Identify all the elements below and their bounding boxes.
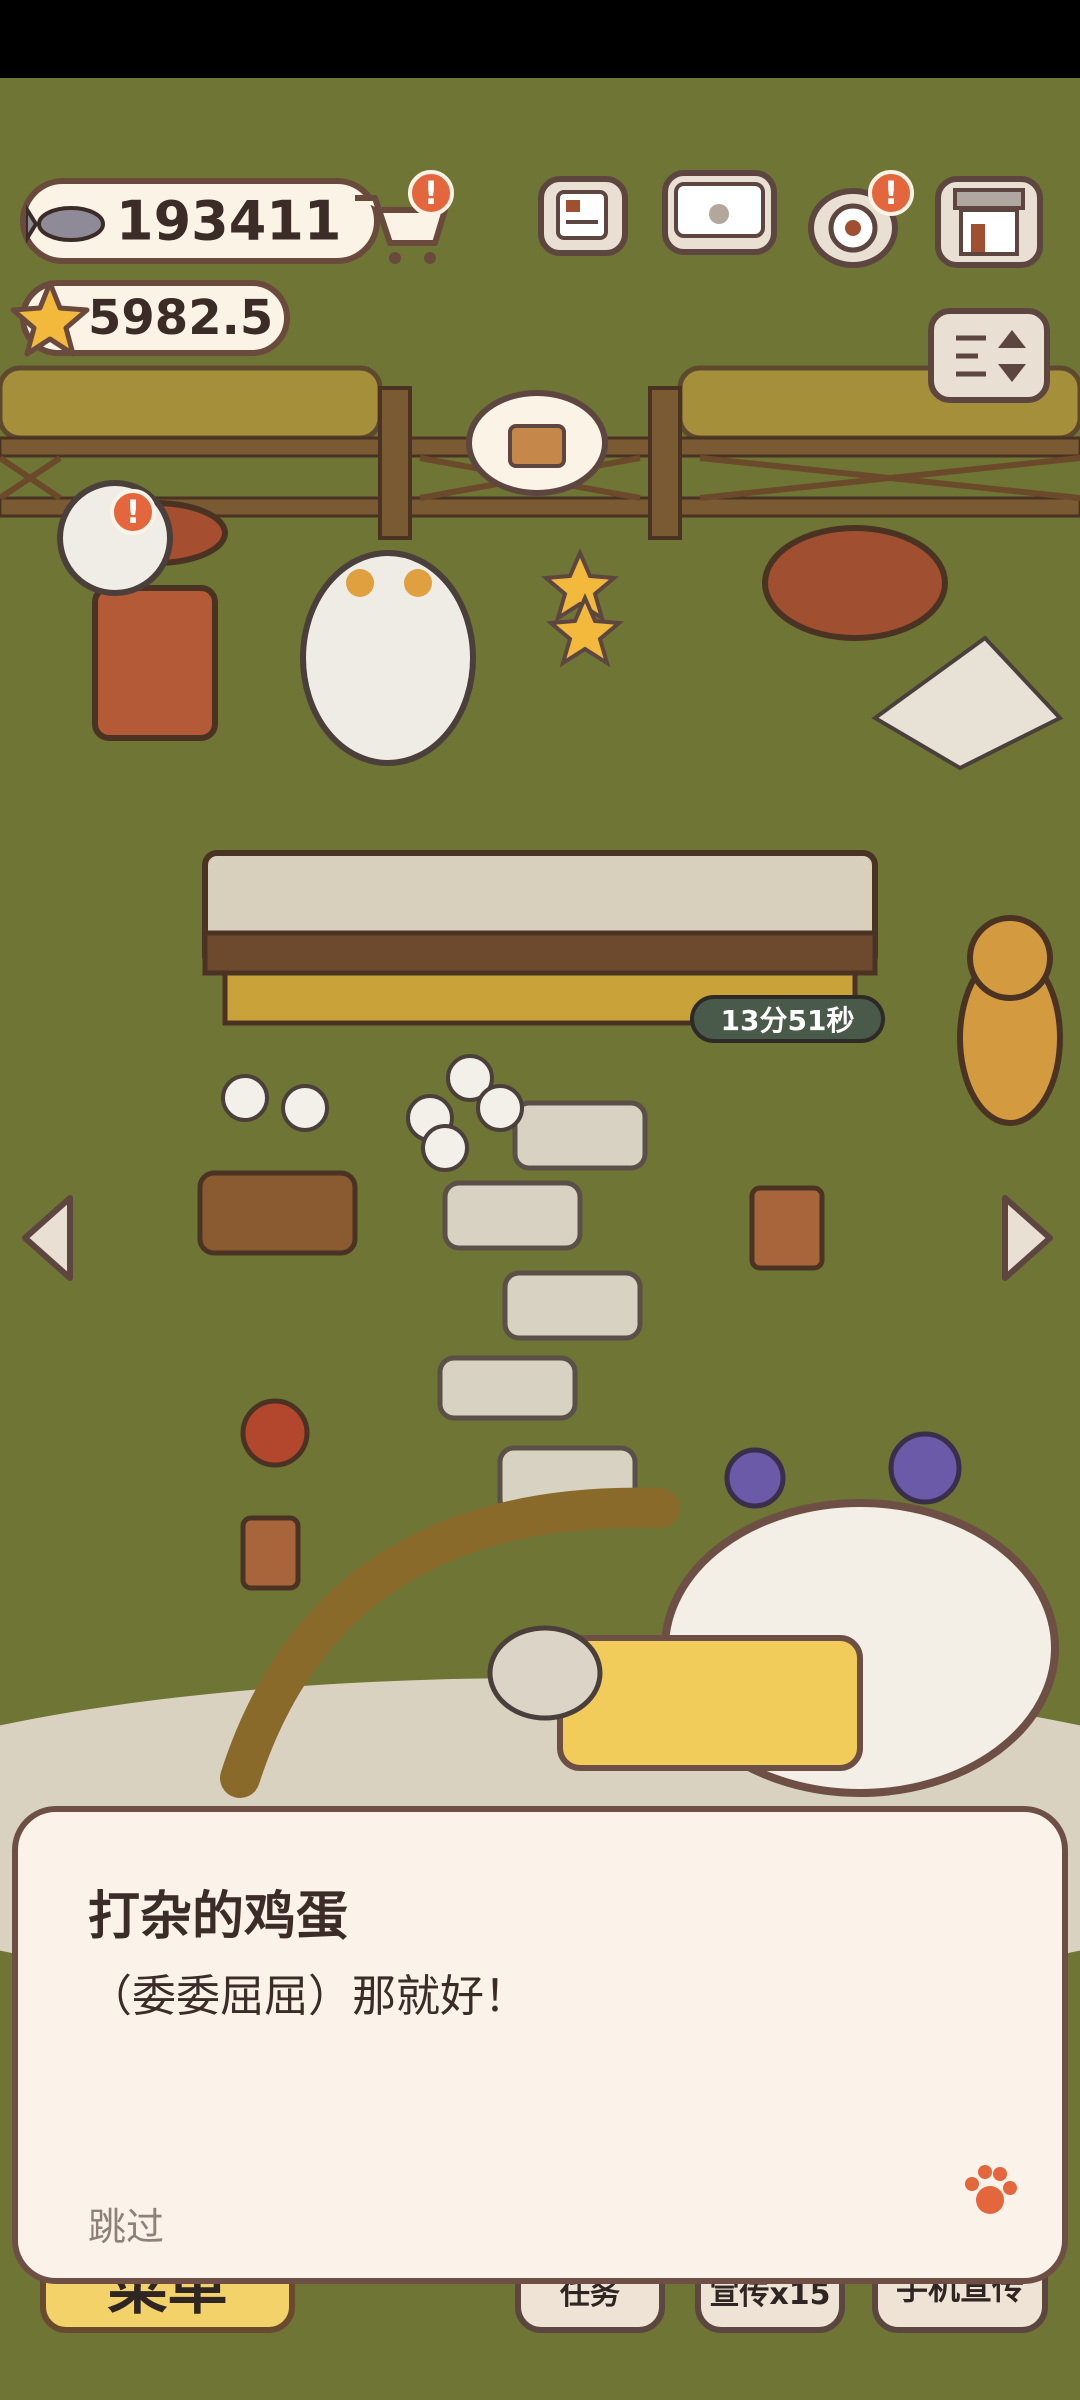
paw-book-icon bbox=[674, 182, 765, 238]
briefcase-icon bbox=[508, 424, 566, 468]
shop-badge: ! bbox=[408, 170, 454, 216]
settings-badge: ! bbox=[868, 170, 914, 216]
paw-icon[interactable] bbox=[960, 2162, 1020, 2222]
star-icon bbox=[10, 280, 90, 357]
store-button[interactable] bbox=[935, 176, 1043, 268]
garden-scene[interactable]: 193411 ! 5982.5 ! ! 13分51秒 菜单 任务 宣传x15 手… bbox=[0, 78, 1080, 2400]
left-arrow-icon[interactable] bbox=[20, 1193, 80, 1283]
newspaper-button[interactable] bbox=[538, 176, 628, 256]
fish-count: 193411 bbox=[116, 189, 342, 253]
speaker-name: 打杂的鸡蛋 bbox=[88, 1887, 349, 1947]
dialog-box[interactable]: 打杂的鸡蛋 （委委屈屈）那就好！ 跳过 bbox=[12, 1806, 1068, 2284]
fish-icon bbox=[26, 204, 105, 244]
ground-stars[interactable] bbox=[540, 548, 630, 668]
right-arrow-icon[interactable] bbox=[995, 1193, 1055, 1283]
mailbox-badge[interactable]: ! bbox=[110, 489, 156, 535]
fish-currency-pill: 193411 bbox=[20, 178, 380, 264]
star-count: 5982.5 bbox=[88, 290, 274, 346]
dialog-line: （委委屈屈）那就好！ bbox=[88, 1971, 528, 2022]
cat-album-button[interactable] bbox=[662, 170, 777, 255]
sort-arrows-icon bbox=[956, 330, 1026, 382]
owl-speech-bubble[interactable] bbox=[462, 388, 612, 508]
storefront-icon bbox=[953, 188, 1025, 256]
game-screen: 193411 ! 5982.5 ! ! 13分51秒 菜单 任务 宣传x15 手… bbox=[0, 0, 1080, 2400]
newspaper-icon bbox=[556, 190, 608, 240]
status-bar bbox=[0, 0, 1080, 78]
layout-toggle-button[interactable] bbox=[928, 308, 1050, 403]
skip-button[interactable]: 跳过 bbox=[88, 2196, 164, 2251]
brew-timer: 13分51秒 bbox=[690, 995, 885, 1043]
